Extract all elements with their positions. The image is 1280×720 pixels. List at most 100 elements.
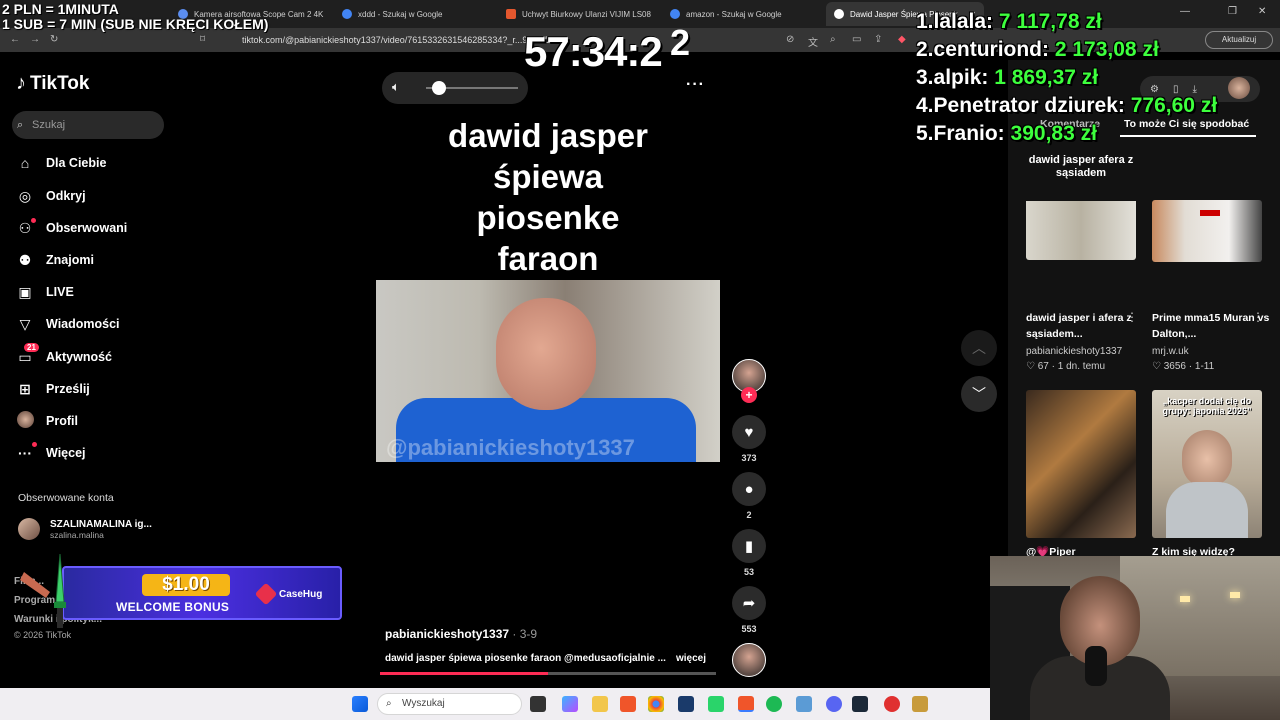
video-thumbnail[interactable]	[1152, 200, 1262, 262]
share-button[interactable]: ➦ 553	[732, 586, 766, 634]
browser-tab[interactable]: Uchwyt Biurkowy Ulanzi VIJIM LS08	[498, 2, 656, 26]
subathon-timer: 57:34:2	[524, 28, 663, 75]
casehug-bonus-banner[interactable]: $1.00 WELCOME BONUS CaseHug	[62, 566, 342, 620]
more-options-icon[interactable]: ···	[686, 76, 705, 94]
like-count: 67	[1037, 361, 1049, 372]
donation-leaderboard: 1.lalala: 7 117,78 zł 2.centuriond: 2 17…	[916, 8, 1217, 148]
rank: 1.	[916, 10, 934, 33]
browser-tab[interactable]: xddd - Szukaj w Google	[334, 2, 492, 26]
thumbnail-shirt	[1166, 482, 1248, 538]
comment-button[interactable]: ● 2	[732, 472, 766, 520]
search-placeholder: Szukaj	[32, 119, 66, 131]
video-description: dawid jasper śpiewa piosenke faraon @med…	[385, 653, 666, 664]
video-age: 1-11	[1194, 361, 1215, 372]
notification-dot	[31, 217, 36, 223]
reload-icon[interactable]: ↻	[50, 34, 58, 45]
sidebar-item-explore[interactable]: ◎ Odkryj	[16, 186, 86, 206]
maximize-icon[interactable]: ❐	[1228, 6, 1237, 17]
razer-icon[interactable]	[708, 696, 724, 712]
video-channel[interactable]: pabianickieshoty1337	[1026, 346, 1122, 357]
sidebar-item-friends[interactable]: ⚉ Znajomi	[16, 250, 94, 270]
obs-icon[interactable]	[884, 696, 900, 712]
followed-account[interactable]: SZALINAMALINA ig... szalina.malina	[18, 518, 152, 540]
video-thumbnail[interactable]: dawid jasper afera z sąsiadem	[1026, 148, 1136, 260]
mute-icon[interactable]: ⊘	[786, 34, 794, 45]
more-link[interactable]: więcej	[676, 653, 706, 664]
task-view-icon[interactable]	[530, 696, 546, 712]
forward-icon[interactable]: →	[30, 34, 40, 45]
donor-name: centuriond:	[933, 38, 1050, 61]
brave-icon[interactable]	[620, 696, 636, 712]
sidebar-item-label: Więcej	[46, 446, 86, 460]
windows-start-icon[interactable]	[352, 696, 368, 712]
video-thumbnail[interactable]: „kacper dodał cię do grupy: japonia 2026…	[1152, 390, 1262, 538]
video-thumbnail[interactable]	[1026, 390, 1136, 538]
video-channel[interactable]: mrj.w.uk	[1152, 346, 1189, 357]
previous-video-button[interactable]: ︿	[961, 330, 997, 366]
translate-icon[interactable]: 文	[808, 34, 818, 49]
thumbnail-face	[1182, 430, 1232, 488]
file-explorer-icon[interactable]	[592, 696, 608, 712]
speaker-icon[interactable]: 🔈︎	[392, 79, 400, 95]
bookmark-icon[interactable]: ⌑	[200, 34, 205, 45]
spotify-icon[interactable]	[766, 696, 782, 712]
zoom-icon[interactable]: ⌕	[830, 34, 836, 45]
chevron-up-icon: ︿	[972, 340, 986, 356]
cast-icon[interactable]: ▭	[852, 34, 861, 45]
save-button[interactable]: ▮ 53	[732, 529, 766, 577]
chrome-icon[interactable]	[648, 696, 664, 712]
sidebar-item-profile[interactable]: Profil	[16, 411, 78, 431]
steam-icon[interactable]	[852, 696, 868, 712]
leaderboard-row: 3.alpik: 1 869,37 zł	[916, 64, 1217, 92]
sidebar-item-live[interactable]: ▣ LIVE	[16, 282, 73, 302]
person-head	[496, 298, 596, 410]
account-name: SZALINAMALINA ig...	[50, 518, 152, 530]
brave-active-icon[interactable]	[738, 696, 754, 712]
video-progress-bar[interactable]	[380, 672, 716, 675]
share-icon[interactable]: ⇪	[874, 34, 882, 45]
search-icon: ⌕	[386, 698, 392, 709]
tab-label: amazon - Szukaj w Google	[686, 9, 782, 19]
app-icon[interactable]	[796, 696, 812, 712]
kebab-menu-icon[interactable]: ⋮	[1252, 310, 1264, 324]
live-icon: ▣	[18, 283, 32, 300]
brave-shield-icon[interactable]: ◆	[898, 34, 906, 45]
like-button[interactable]: ♥ 373	[732, 415, 766, 463]
kebab-menu-icon[interactable]: ⋮	[1126, 310, 1138, 324]
search-input[interactable]: ⌕ Szukaj	[12, 111, 164, 139]
chevron-down-icon: ﹀	[972, 386, 986, 402]
sidebar-item-for-you[interactable]: ⌂ Dla Ciebie	[16, 153, 107, 173]
video-author[interactable]: pabianickieshoty1337 · 3-9	[385, 627, 537, 641]
video-date: · 3-9	[509, 627, 538, 641]
next-video-button[interactable]: ﹀	[961, 376, 997, 412]
volume-knob[interactable]	[432, 81, 446, 95]
sidebar-item-more[interactable]: ··· Więcej	[16, 442, 86, 463]
sidebar-item-activity[interactable]: ▭ 21 Aktywność	[16, 342, 112, 367]
volume-control[interactable]: 🔈︎	[382, 72, 528, 104]
sidebar-item-upload[interactable]: ⊞ Prześlij	[16, 379, 90, 399]
like-count: 3656	[1163, 361, 1186, 372]
thumbnail-caption: „kacper dodał cię do grupy: japonia 2026…	[1162, 396, 1252, 416]
taskbar-search[interactable]: ⌕ Wyszukaj	[377, 693, 522, 715]
user-avatar[interactable]	[1228, 77, 1250, 99]
back-icon[interactable]: ←	[10, 34, 20, 45]
thumbnail-caption: dawid jasper afera z sąsiadem	[1028, 154, 1134, 179]
webcam-light	[1230, 592, 1240, 598]
sidebar-item-label: Aktywność	[46, 350, 112, 364]
close-window-icon[interactable]: ✕	[1258, 6, 1266, 17]
rank: 3.	[916, 66, 934, 89]
tiktok-favicon-icon	[834, 9, 844, 19]
sidebar-item-following[interactable]: ⚇ Obserwowani	[16, 217, 127, 238]
tiktok-logo[interactable]: ♪ TikTok	[16, 72, 89, 95]
follow-plus-icon[interactable]: +	[741, 387, 757, 403]
next-creator-avatar[interactable]	[732, 643, 766, 677]
sidebar-item-label: Odkryj	[46, 189, 86, 203]
copilot-icon[interactable]	[562, 696, 578, 712]
windows-taskbar: ⌕ Wyszukaj	[0, 688, 990, 720]
discord-icon[interactable]	[826, 696, 842, 712]
video-watermark: @pabianickieshoty1337	[386, 435, 635, 460]
sidebar-item-messages[interactable]: ▽ Wiadomości	[16, 314, 120, 334]
store-icon[interactable]	[678, 696, 694, 712]
activity-badge: 21	[24, 342, 39, 352]
league-icon[interactable]	[912, 696, 928, 712]
